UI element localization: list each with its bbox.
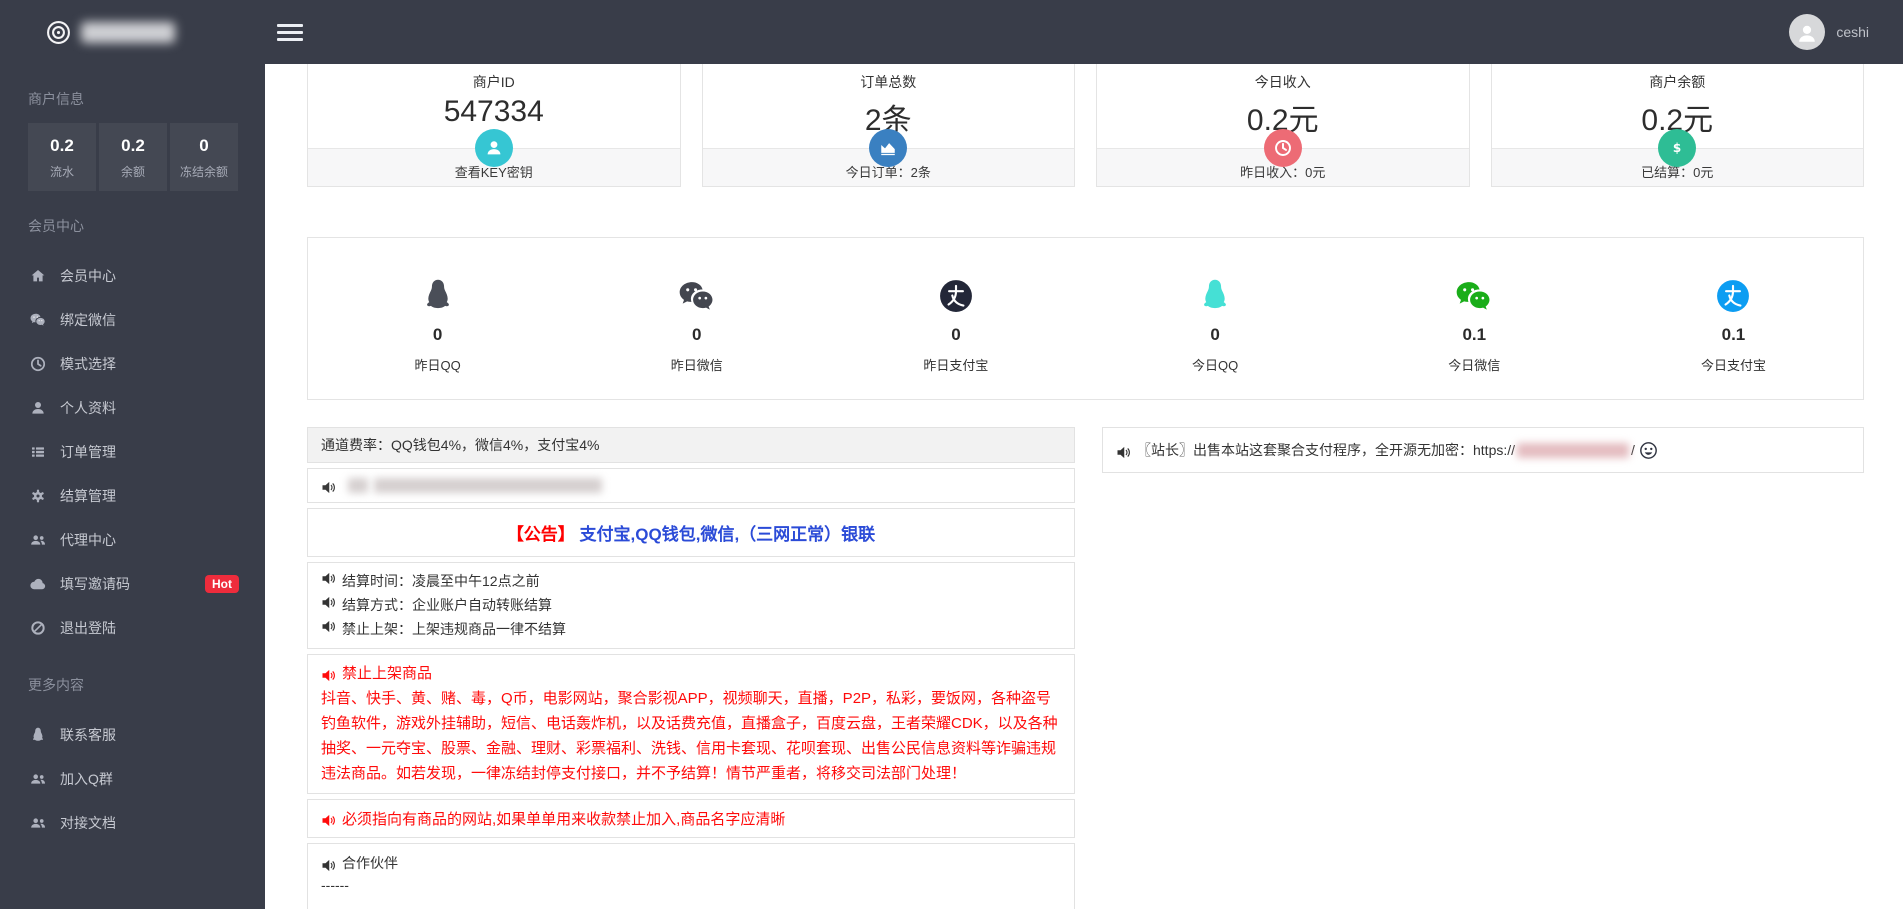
sidebar-menu: 会员中心 绑定微信 模式选择 个人资料 订单管理 结算管理 代理中心 填写邀请码… <box>0 254 265 650</box>
card-value: 547334 <box>443 95 544 128</box>
card-today-income: 今日收入 0.2元 昨日收入：0元 <box>1096 57 1470 187</box>
speaker-icon <box>321 619 336 634</box>
dollar-icon <box>1658 129 1697 167</box>
avatar[interactable] <box>1789 14 1826 50</box>
card-merchant-id: 商户ID 547334 查看KEY密钥 <box>307 57 681 187</box>
stat-frozen: 0 冻结余额 <box>170 123 238 191</box>
partners-divider: ------ <box>321 877 349 893</box>
merchant-stats: 0.2 流水 0.2 余额 0 冻结余额 <box>28 123 238 191</box>
stat-today-qq: 0 今日QQ <box>1086 265 1345 374</box>
clock-icon <box>1263 129 1302 167</box>
sidebar-item-mode-select[interactable]: 模式选择 <box>0 342 265 386</box>
forbidden-goods-row: 禁止上架商品 抖音、快手、黄、赌、毒，Q币，电影网站，聚合影视APP，视频聊天，… <box>307 654 1075 794</box>
stat-today-alipay: 0.1 今日支付宝 <box>1604 265 1863 374</box>
partners-row: 合作伙伴 ------ <box>307 843 1075 909</box>
list-icon <box>30 444 46 460</box>
channel-stats-panel: 0 昨日QQ 0 昨日微信 0 昨日支付宝 0 今日QQ 0.1 今日微信 0.… <box>307 237 1864 400</box>
hot-badge: Hot <box>205 575 239 593</box>
merchant-info-label: 商户信息 <box>28 91 84 107</box>
stat-today-wechat: 0.1 今日微信 <box>1345 265 1604 374</box>
cloud-icon <box>30 576 46 592</box>
sidebar-more-menu: 联系客服 加入Q群 对接文档 <box>0 713 265 845</box>
notice-row: 【公告】 支付宝,QQ钱包,微信,（三网正常）银联 <box>307 508 1075 557</box>
stat-balance: 0.2 余额 <box>99 123 167 191</box>
emoticon-icon <box>1639 441 1658 460</box>
speaker-icon <box>321 813 336 828</box>
wechat-icon <box>30 312 46 328</box>
rate-announcement-panel: 通道费率：QQ钱包4%，微信4%，支付宝4% 【公告】 支付宝,QQ钱包,微信,… <box>307 427 1075 909</box>
forbidden-body: 抖音、快手、黄、赌、毒，Q币，电影网站，聚合影视APP，视频聊天，直播，P2P，… <box>321 690 1058 782</box>
main-content: 商户ID 547334 查看KEY密钥 订单总数 2条 今日订单：2条 今日收入… <box>265 0 1903 909</box>
sidebar-item-logout[interactable]: 退出登陆 <box>0 606 265 650</box>
gears-icon <box>30 488 46 504</box>
users-icon <box>30 815 46 831</box>
qq-icon <box>1201 278 1229 313</box>
wechat-icon <box>678 280 716 313</box>
header-user-area: ceshi <box>1789 14 1869 50</box>
must-point-row: 必须指向有商品的网站,如果单单用来收款禁止加入,商品名字应清晰 <box>307 799 1075 838</box>
ban-icon <box>30 620 46 636</box>
user-icon <box>30 400 46 416</box>
logo-icon <box>46 20 71 45</box>
stat-yesterday-alipay: 0 昨日支付宝 <box>826 265 1085 374</box>
card-order-total: 订单总数 2条 今日订单：2条 <box>701 57 1075 187</box>
sidebar-item-bind-wechat[interactable]: 绑定微信 <box>0 298 265 342</box>
sidebar-item-profile[interactable]: 个人资料 <box>0 386 265 430</box>
wechat-icon <box>1455 280 1493 313</box>
sidebar: 商户信息 0.2 流水 0.2 余额 0 冻结余额 会员中心 会员中心 绑定微信… <box>0 64 265 909</box>
top-header: ceshi <box>0 0 1903 64</box>
notice-text: 支付宝,QQ钱包,微信,（三网正常）银联 <box>579 525 876 544</box>
speaker-icon <box>321 480 336 495</box>
sidebar-item-member-center[interactable]: 会员中心 <box>0 254 265 298</box>
channel-rate-header: 通道费率：QQ钱包4%，微信4%，支付宝4% <box>307 427 1075 463</box>
users-icon <box>30 771 46 787</box>
sidebar-item-settlement[interactable]: 结算管理 <box>0 474 265 518</box>
speaker-icon <box>321 858 336 873</box>
clock-icon <box>30 356 46 372</box>
qq-icon <box>424 278 452 313</box>
speaker-icon <box>321 571 336 586</box>
sidebar-item-invite-code[interactable]: 填写邀请码 Hot <box>0 562 265 606</box>
station-panel: 〖站长〗出售本站这套聚合支付程序，全开源无加密：https:// / <box>1102 427 1864 473</box>
stat-flow: 0.2 流水 <box>28 123 96 191</box>
redacted-text <box>348 478 368 493</box>
speaker-icon <box>321 668 336 683</box>
speaker-icon <box>1116 445 1131 460</box>
sidebar-item-api-docs[interactable]: 对接文档 <box>0 801 265 845</box>
home-icon <box>30 268 46 284</box>
settlement-rules-row: 结算时间：凌晨至中午12点之前 结算方式：企业账户自动转账结算 禁止上架：上架违… <box>307 562 1075 649</box>
alipay-icon <box>1716 279 1750 313</box>
stat-yesterday-wechat: 0 昨日微信 <box>567 265 826 374</box>
summary-cards: 商户ID 547334 查看KEY密钥 订单总数 2条 今日订单：2条 今日收入… <box>307 57 1864 187</box>
redacted-text <box>374 478 602 493</box>
user-icon <box>474 129 513 167</box>
station-message: 〖站长〗出售本站这套聚合支付程序，全开源无加密：https:// <box>1137 442 1516 458</box>
stat-yesterday-qq: 0 昨日QQ <box>308 265 567 374</box>
username[interactable]: ceshi <box>1836 24 1869 40</box>
forbidden-title: 禁止上架商品 <box>342 665 433 682</box>
station-message-row: 〖站长〗出售本站这套聚合支付程序，全开源无加密：https:// / <box>1102 427 1864 473</box>
qq-icon <box>30 727 46 743</box>
alipay-icon <box>939 279 973 313</box>
hamburger-menu-icon[interactable] <box>277 20 303 45</box>
area-chart-icon <box>869 129 908 167</box>
sidebar-item-agent-center[interactable]: 代理中心 <box>0 518 265 562</box>
sidebar-item-contact-support[interactable]: 联系客服 <box>0 713 265 757</box>
sidebar-item-orders[interactable]: 订单管理 <box>0 430 265 474</box>
user-icon <box>1796 23 1818 45</box>
redacted-url[interactable] <box>1517 442 1630 458</box>
sidebar-item-join-qq-group[interactable]: 加入Q群 <box>0 757 265 801</box>
speaker-icon <box>321 595 336 610</box>
card-merchant-balance: 商户余额 0.2元 已结算：0元 <box>1490 57 1864 187</box>
notice-tag: 【公告】 <box>506 525 575 544</box>
app-logo[interactable] <box>0 20 265 45</box>
more-section-label: 更多内容 <box>28 677 84 693</box>
announcement-redacted-row <box>307 468 1075 503</box>
logo-text-redacted <box>81 21 175 43</box>
member-section-label: 会员中心 <box>28 218 84 234</box>
users-icon <box>30 532 46 548</box>
